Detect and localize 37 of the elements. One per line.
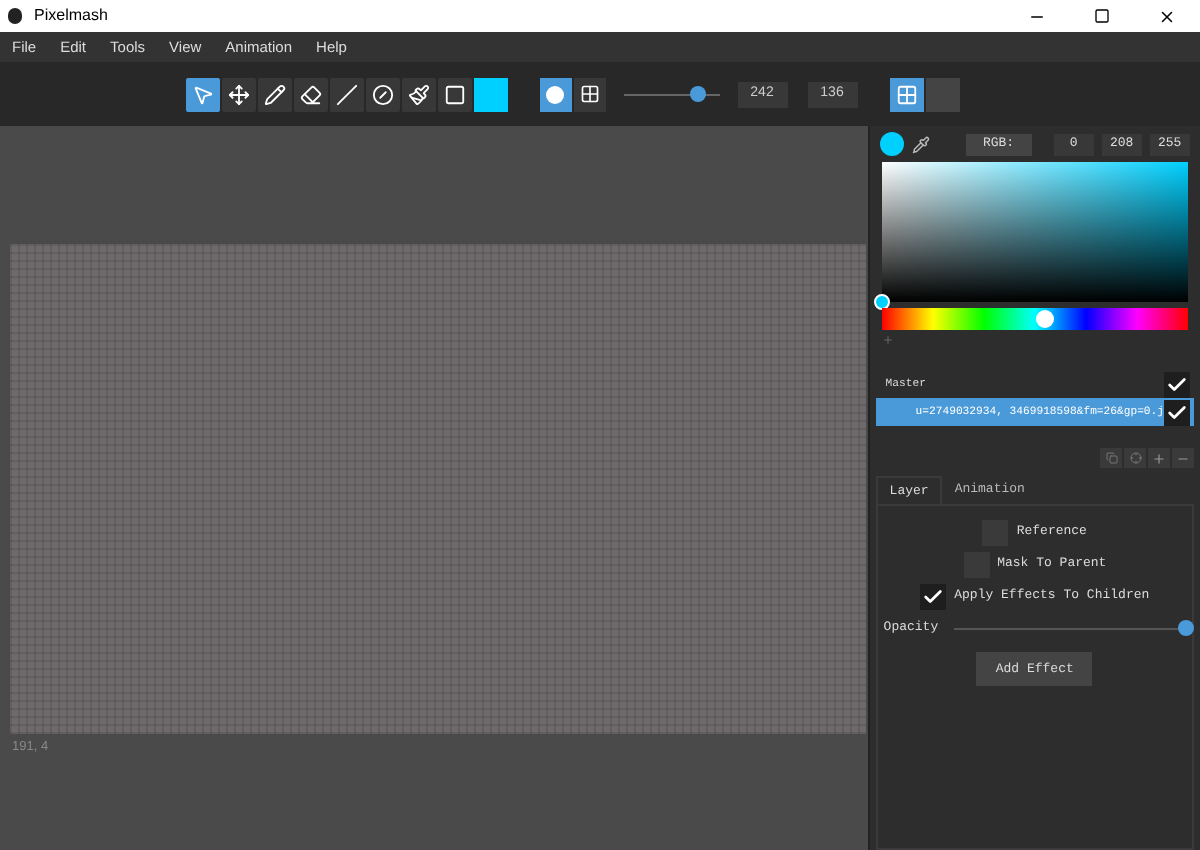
maximize-icon[interactable] — [1094, 8, 1110, 24]
size-slider[interactable] — [623, 86, 719, 102]
move-icon — [227, 83, 249, 105]
tool-button[interactable] — [401, 77, 435, 111]
app-logo-icon — [8, 8, 22, 24]
copy-icon — [1105, 452, 1117, 464]
brush-icon — [407, 83, 429, 105]
plus-icon — [1152, 451, 1166, 465]
tool-button[interactable] — [437, 77, 471, 111]
square-icon — [443, 83, 465, 105]
color-swatch[interactable] — [473, 77, 507, 111]
pointer-icon — [191, 83, 213, 105]
tool-button[interactable] — [329, 77, 363, 111]
grid-icon — [895, 83, 917, 105]
color-handle[interactable] — [873, 294, 890, 310]
tool-button[interactable] — [221, 77, 255, 111]
view-toggle[interactable] — [925, 77, 959, 111]
eyedropper-icon[interactable] — [911, 135, 930, 153]
tool-button[interactable] — [293, 77, 327, 111]
brush-shape-button[interactable] — [539, 77, 571, 111]
hue-slider[interactable] — [881, 308, 1188, 330]
line-icon — [335, 83, 357, 105]
tool-button[interactable] — [365, 77, 399, 111]
color-swatch[interactable] — [879, 132, 904, 156]
eraser-icon — [299, 83, 321, 105]
close-icon[interactable] — [1158, 7, 1176, 25]
window-title: Pixelmash — [34, 4, 108, 28]
tool-button[interactable] — [257, 77, 291, 111]
checkbox[interactable] — [920, 583, 947, 609]
brush-shape-button[interactable] — [573, 77, 605, 111]
pencil-icon — [263, 83, 285, 105]
tool-button[interactable] — [185, 77, 219, 111]
circle-icon — [371, 83, 393, 105]
view-toggle[interactable] — [889, 77, 923, 111]
crosshair-icon — [1129, 452, 1141, 464]
checkbox[interactable] — [1164, 371, 1190, 397]
checkbox[interactable] — [1164, 399, 1190, 425]
